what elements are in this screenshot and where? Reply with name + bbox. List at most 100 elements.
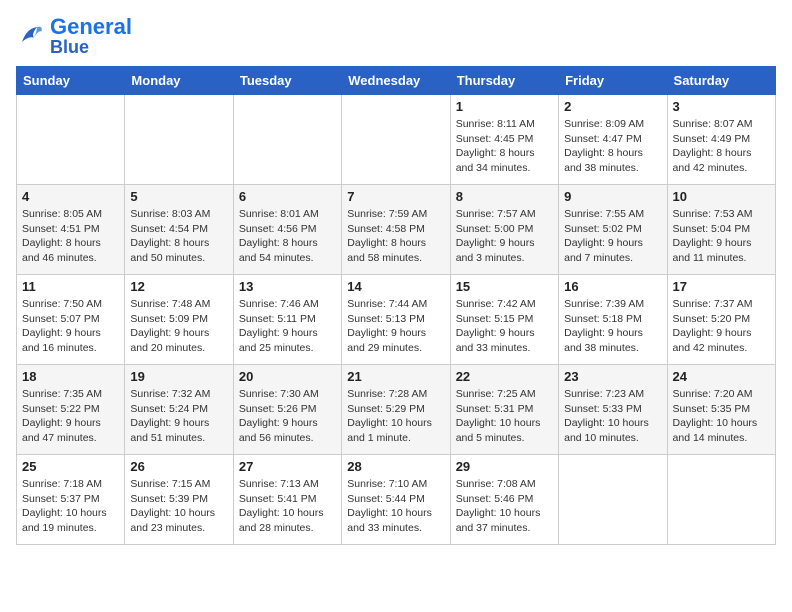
day-info: Sunrise: 7:10 AM Sunset: 5:44 PM Dayligh… <box>347 477 444 536</box>
page-header: General Blue <box>16 16 776 56</box>
day-info: Sunrise: 8:03 AM Sunset: 4:54 PM Dayligh… <box>130 207 227 266</box>
day-info: Sunrise: 7:08 AM Sunset: 5:46 PM Dayligh… <box>456 477 553 536</box>
day-number: 9 <box>564 189 661 204</box>
day-cell: 5 Sunrise: 8:03 AM Sunset: 4:54 PM Daylig… <box>125 185 233 275</box>
days-header-row: SundayMondayTuesdayWednesdayThursdayFrid… <box>17 67 776 95</box>
day-info: Sunrise: 7:42 AM Sunset: 5:15 PM Dayligh… <box>456 297 553 356</box>
day-cell: 14 Sunrise: 7:44 AM Sunset: 5:13 PM Dayli… <box>342 275 450 365</box>
day-number: 2 <box>564 99 661 114</box>
day-number: 10 <box>673 189 770 204</box>
day-cell: 27 Sunrise: 7:13 AM Sunset: 5:41 PM Dayli… <box>233 455 341 545</box>
day-info: Sunrise: 8:07 AM Sunset: 4:49 PM Dayligh… <box>673 117 770 176</box>
day-number: 21 <box>347 369 444 384</box>
day-info: Sunrise: 7:25 AM Sunset: 5:31 PM Dayligh… <box>456 387 553 446</box>
day-cell <box>125 95 233 185</box>
week-row-3: 11 Sunrise: 7:50 AM Sunset: 5:07 PM Dayli… <box>17 275 776 365</box>
header-thursday: Thursday <box>450 67 558 95</box>
day-number: 11 <box>22 279 119 294</box>
day-info: Sunrise: 7:32 AM Sunset: 5:24 PM Dayligh… <box>130 387 227 446</box>
day-cell: 4 Sunrise: 8:05 AM Sunset: 4:51 PM Daylig… <box>17 185 125 275</box>
day-info: Sunrise: 7:46 AM Sunset: 5:11 PM Dayligh… <box>239 297 336 356</box>
day-info: Sunrise: 7:39 AM Sunset: 5:18 PM Dayligh… <box>564 297 661 356</box>
day-number: 5 <box>130 189 227 204</box>
logo: General Blue <box>16 16 132 56</box>
day-number: 1 <box>456 99 553 114</box>
day-info: Sunrise: 7:18 AM Sunset: 5:37 PM Dayligh… <box>22 477 119 536</box>
day-number: 27 <box>239 459 336 474</box>
day-cell: 2 Sunrise: 8:09 AM Sunset: 4:47 PM Daylig… <box>559 95 667 185</box>
day-info: Sunrise: 7:28 AM Sunset: 5:29 PM Dayligh… <box>347 387 444 446</box>
header-wednesday: Wednesday <box>342 67 450 95</box>
day-number: 23 <box>564 369 661 384</box>
day-number: 16 <box>564 279 661 294</box>
day-number: 12 <box>130 279 227 294</box>
day-cell: 3 Sunrise: 8:07 AM Sunset: 4:49 PM Daylig… <box>667 95 775 185</box>
day-number: 22 <box>456 369 553 384</box>
day-info: Sunrise: 7:53 AM Sunset: 5:04 PM Dayligh… <box>673 207 770 266</box>
day-cell: 9 Sunrise: 7:55 AM Sunset: 5:02 PM Daylig… <box>559 185 667 275</box>
day-info: Sunrise: 7:20 AM Sunset: 5:35 PM Dayligh… <box>673 387 770 446</box>
day-number: 15 <box>456 279 553 294</box>
day-info: Sunrise: 7:37 AM Sunset: 5:20 PM Dayligh… <box>673 297 770 356</box>
day-number: 4 <box>22 189 119 204</box>
day-number: 14 <box>347 279 444 294</box>
week-row-2: 4 Sunrise: 8:05 AM Sunset: 4:51 PM Daylig… <box>17 185 776 275</box>
day-cell <box>233 95 341 185</box>
day-cell: 29 Sunrise: 7:08 AM Sunset: 5:46 PM Dayli… <box>450 455 558 545</box>
day-number: 29 <box>456 459 553 474</box>
day-cell: 15 Sunrise: 7:42 AM Sunset: 5:15 PM Dayli… <box>450 275 558 365</box>
header-friday: Friday <box>559 67 667 95</box>
day-number: 18 <box>22 369 119 384</box>
day-cell: 11 Sunrise: 7:50 AM Sunset: 5:07 PM Dayli… <box>17 275 125 365</box>
day-number: 26 <box>130 459 227 474</box>
day-cell: 25 Sunrise: 7:18 AM Sunset: 5:37 PM Dayli… <box>17 455 125 545</box>
day-number: 25 <box>22 459 119 474</box>
day-info: Sunrise: 7:23 AM Sunset: 5:33 PM Dayligh… <box>564 387 661 446</box>
day-number: 19 <box>130 369 227 384</box>
day-info: Sunrise: 7:35 AM Sunset: 5:22 PM Dayligh… <box>22 387 119 446</box>
day-info: Sunrise: 7:13 AM Sunset: 5:41 PM Dayligh… <box>239 477 336 536</box>
day-info: Sunrise: 7:15 AM Sunset: 5:39 PM Dayligh… <box>130 477 227 536</box>
day-info: Sunrise: 7:50 AM Sunset: 5:07 PM Dayligh… <box>22 297 119 356</box>
day-cell <box>559 455 667 545</box>
day-info: Sunrise: 8:09 AM Sunset: 4:47 PM Dayligh… <box>564 117 661 176</box>
header-saturday: Saturday <box>667 67 775 95</box>
header-tuesday: Tuesday <box>233 67 341 95</box>
day-cell: 6Sunrise: 8:01 AM Sunset: 4:56 PM Daylig… <box>233 185 341 275</box>
day-info: Sunrise: 7:57 AM Sunset: 5:00 PM Dayligh… <box>456 207 553 266</box>
day-cell: 8Sunrise: 7:57 AM Sunset: 5:00 PM Daylig… <box>450 185 558 275</box>
logo-icon <box>16 21 46 51</box>
day-number: 28 <box>347 459 444 474</box>
logo-text: General <box>50 16 132 38</box>
day-cell: 16 Sunrise: 7:39 AM Sunset: 5:18 PM Dayli… <box>559 275 667 365</box>
day-number: 20 <box>239 369 336 384</box>
day-cell: 28 Sunrise: 7:10 AM Sunset: 5:44 PM Dayli… <box>342 455 450 545</box>
day-cell: 17Sunrise: 7:37 AM Sunset: 5:20 PM Dayli… <box>667 275 775 365</box>
day-number: 24 <box>673 369 770 384</box>
day-cell: 13 Sunrise: 7:46 AM Sunset: 5:11 PM Dayli… <box>233 275 341 365</box>
day-cell <box>342 95 450 185</box>
day-cell: 10 Sunrise: 7:53 AM Sunset: 5:04 PM Dayli… <box>667 185 775 275</box>
header-sunday: Sunday <box>17 67 125 95</box>
day-number: 3 <box>673 99 770 114</box>
day-info: Sunrise: 7:44 AM Sunset: 5:13 PM Dayligh… <box>347 297 444 356</box>
day-cell: 20Sunrise: 7:30 AM Sunset: 5:26 PM Dayli… <box>233 365 341 455</box>
day-info: Sunrise: 7:48 AM Sunset: 5:09 PM Dayligh… <box>130 297 227 356</box>
day-info: Sunrise: 7:55 AM Sunset: 5:02 PM Dayligh… <box>564 207 661 266</box>
day-cell: 1Sunrise: 8:11 AM Sunset: 4:45 PM Daylig… <box>450 95 558 185</box>
day-info: Sunrise: 8:01 AM Sunset: 4:56 PM Dayligh… <box>239 207 336 266</box>
day-info: Sunrise: 8:05 AM Sunset: 4:51 PM Dayligh… <box>22 207 119 266</box>
logo-blue-text: Blue <box>50 38 132 56</box>
calendar-table: SundayMondayTuesdayWednesdayThursdayFrid… <box>16 66 776 545</box>
day-cell: 12 Sunrise: 7:48 AM Sunset: 5:09 PM Dayli… <box>125 275 233 365</box>
day-cell: 19 Sunrise: 7:32 AM Sunset: 5:24 PM Dayli… <box>125 365 233 455</box>
day-info: Sunrise: 7:59 AM Sunset: 4:58 PM Dayligh… <box>347 207 444 266</box>
day-cell: 26 Sunrise: 7:15 AM Sunset: 5:39 PM Dayli… <box>125 455 233 545</box>
day-number: 13 <box>239 279 336 294</box>
day-cell: 23 Sunrise: 7:23 AM Sunset: 5:33 PM Dayli… <box>559 365 667 455</box>
week-row-5: 25 Sunrise: 7:18 AM Sunset: 5:37 PM Dayli… <box>17 455 776 545</box>
week-row-4: 18 Sunrise: 7:35 AM Sunset: 5:22 PM Dayli… <box>17 365 776 455</box>
week-row-1: 1Sunrise: 8:11 AM Sunset: 4:45 PM Daylig… <box>17 95 776 185</box>
day-cell <box>17 95 125 185</box>
day-number: 7 <box>347 189 444 204</box>
